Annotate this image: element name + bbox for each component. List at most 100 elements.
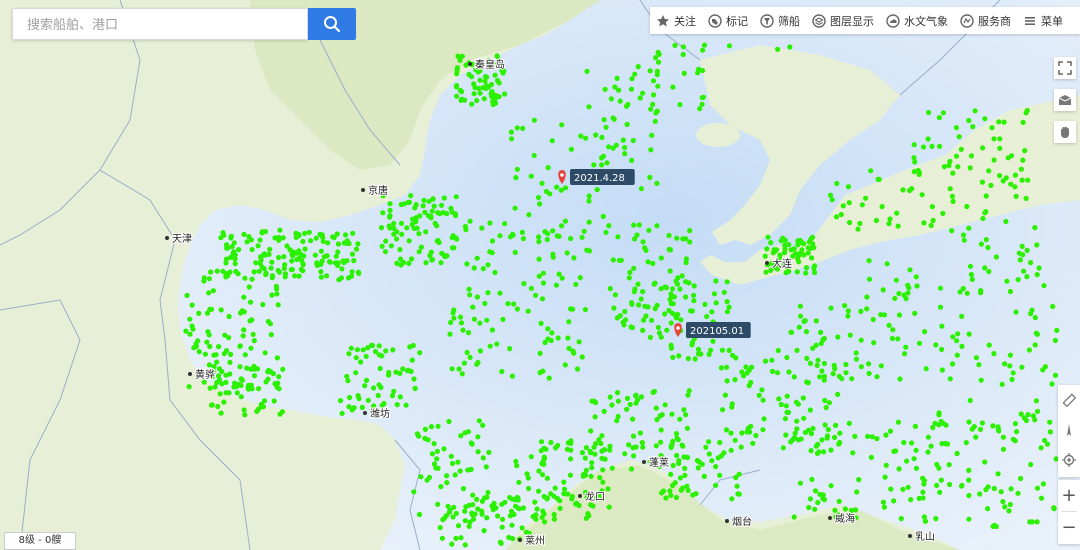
ship-dot[interactable] <box>667 488 673 494</box>
ship-dot[interactable] <box>269 273 276 279</box>
ship-dot[interactable] <box>706 439 712 445</box>
ship-dot[interactable] <box>375 392 381 399</box>
ship-dot[interactable] <box>262 350 268 356</box>
ship-dot[interactable] <box>604 160 610 166</box>
ship-dot[interactable] <box>1047 419 1053 425</box>
ship-dot[interactable] <box>422 435 428 441</box>
ship-dot[interactable] <box>946 462 952 468</box>
ship-dot[interactable] <box>588 428 594 434</box>
ship-dot[interactable] <box>390 347 396 353</box>
ship-dot[interactable] <box>239 377 245 383</box>
ship-dot[interactable] <box>513 175 519 181</box>
ship-dot[interactable] <box>787 44 793 50</box>
ship-dot[interactable] <box>912 423 919 429</box>
ship-dot[interactable] <box>579 450 586 456</box>
ship-dot[interactable] <box>485 262 491 268</box>
ship-dot[interactable] <box>359 404 365 410</box>
ship-dot[interactable] <box>625 101 631 108</box>
ship-dot[interactable] <box>640 90 646 96</box>
ship-dot[interactable] <box>1032 315 1038 321</box>
ship-dot[interactable] <box>603 229 609 235</box>
ship-dot[interactable] <box>540 280 547 286</box>
ship-dot[interactable] <box>484 317 490 323</box>
ship-dot[interactable] <box>400 366 406 372</box>
ship-dot[interactable] <box>678 487 684 493</box>
ship-dot[interactable] <box>645 259 651 265</box>
ship-dot[interactable] <box>474 294 480 300</box>
ship-dot[interactable] <box>579 354 585 360</box>
ship-dot[interactable] <box>302 230 308 236</box>
ship-dot[interactable] <box>864 306 870 312</box>
ship-dot[interactable] <box>788 439 794 445</box>
ship-dot[interactable] <box>658 255 664 261</box>
ship-dot[interactable] <box>963 440 969 446</box>
ship-dot[interactable] <box>312 252 318 258</box>
ship-dot[interactable] <box>302 246 308 252</box>
ship-dot[interactable] <box>497 539 503 545</box>
ship-dot[interactable] <box>325 240 331 246</box>
ship-dot[interactable] <box>442 253 448 260</box>
ship-dot[interactable] <box>905 484 911 490</box>
ship-dot[interactable] <box>976 362 982 368</box>
ship-dot[interactable] <box>821 360 828 367</box>
ship-dot[interactable] <box>1052 372 1059 378</box>
ship-dot[interactable] <box>238 382 244 388</box>
ship-dot[interactable] <box>330 234 336 240</box>
ship-dot[interactable] <box>624 406 630 412</box>
ship-dot[interactable] <box>702 301 708 307</box>
ship-dot[interactable] <box>318 248 324 254</box>
ship-dot[interactable] <box>998 489 1004 495</box>
ship-dot[interactable] <box>621 322 627 328</box>
ship-dot[interactable] <box>499 368 505 375</box>
ship-dot[interactable] <box>544 475 551 481</box>
ship-dot[interactable] <box>306 229 312 235</box>
ship-dot[interactable] <box>894 210 900 216</box>
ship-dot[interactable] <box>1026 347 1032 353</box>
ship-dot[interactable] <box>324 253 330 259</box>
ship-dot[interactable] <box>925 136 931 142</box>
ship-dot[interactable] <box>292 273 298 279</box>
ship-dot[interactable] <box>276 269 283 275</box>
ship-dot[interactable] <box>574 500 580 506</box>
ship-dot[interactable] <box>695 465 701 471</box>
ship-dot[interactable] <box>479 511 485 517</box>
ship-dot[interactable] <box>270 371 276 377</box>
ship-dot[interactable] <box>1036 265 1042 271</box>
weather-button[interactable]: 水文气象 <box>880 7 954 34</box>
ship-dot[interactable] <box>510 301 517 307</box>
ship-dot[interactable] <box>989 125 995 131</box>
ship-dot[interactable] <box>468 440 474 446</box>
ship-dot[interactable] <box>235 271 241 277</box>
ship-dot[interactable] <box>704 313 710 320</box>
ship-dot[interactable] <box>224 245 231 251</box>
ship-dot[interactable] <box>926 109 932 116</box>
ship-dot[interactable] <box>928 443 934 449</box>
ship-dot[interactable] <box>812 506 818 512</box>
ship-dot[interactable] <box>457 468 463 474</box>
ship-dot[interactable] <box>654 68 661 74</box>
ship-dot[interactable] <box>557 498 563 504</box>
ship-dot[interactable] <box>349 251 356 257</box>
ship-dot[interactable] <box>866 276 873 282</box>
ship-dot[interactable] <box>211 352 217 358</box>
ship-dot[interactable] <box>780 445 786 451</box>
ship-dot[interactable] <box>670 462 676 469</box>
ship-dot[interactable] <box>783 403 790 409</box>
ship-dot[interactable] <box>594 187 600 193</box>
ship-dot[interactable] <box>929 143 935 149</box>
ship-dot[interactable] <box>911 155 917 161</box>
ship-dot[interactable] <box>389 393 396 399</box>
ship-dot[interactable] <box>609 465 615 471</box>
ship-dot[interactable] <box>636 222 642 228</box>
ship-dot[interactable] <box>695 346 702 352</box>
ship-dot[interactable] <box>1008 181 1014 187</box>
ship-dot[interactable] <box>421 197 427 203</box>
ship-dot[interactable] <box>344 238 350 244</box>
ship-dot[interactable] <box>835 334 841 340</box>
ship-dot[interactable] <box>995 426 1001 432</box>
ship-dot[interactable] <box>423 260 429 266</box>
ship-dot[interactable] <box>925 434 932 440</box>
ship-dot[interactable] <box>954 338 960 344</box>
ship-dot[interactable] <box>698 351 704 357</box>
ship-dot[interactable] <box>949 228 955 234</box>
